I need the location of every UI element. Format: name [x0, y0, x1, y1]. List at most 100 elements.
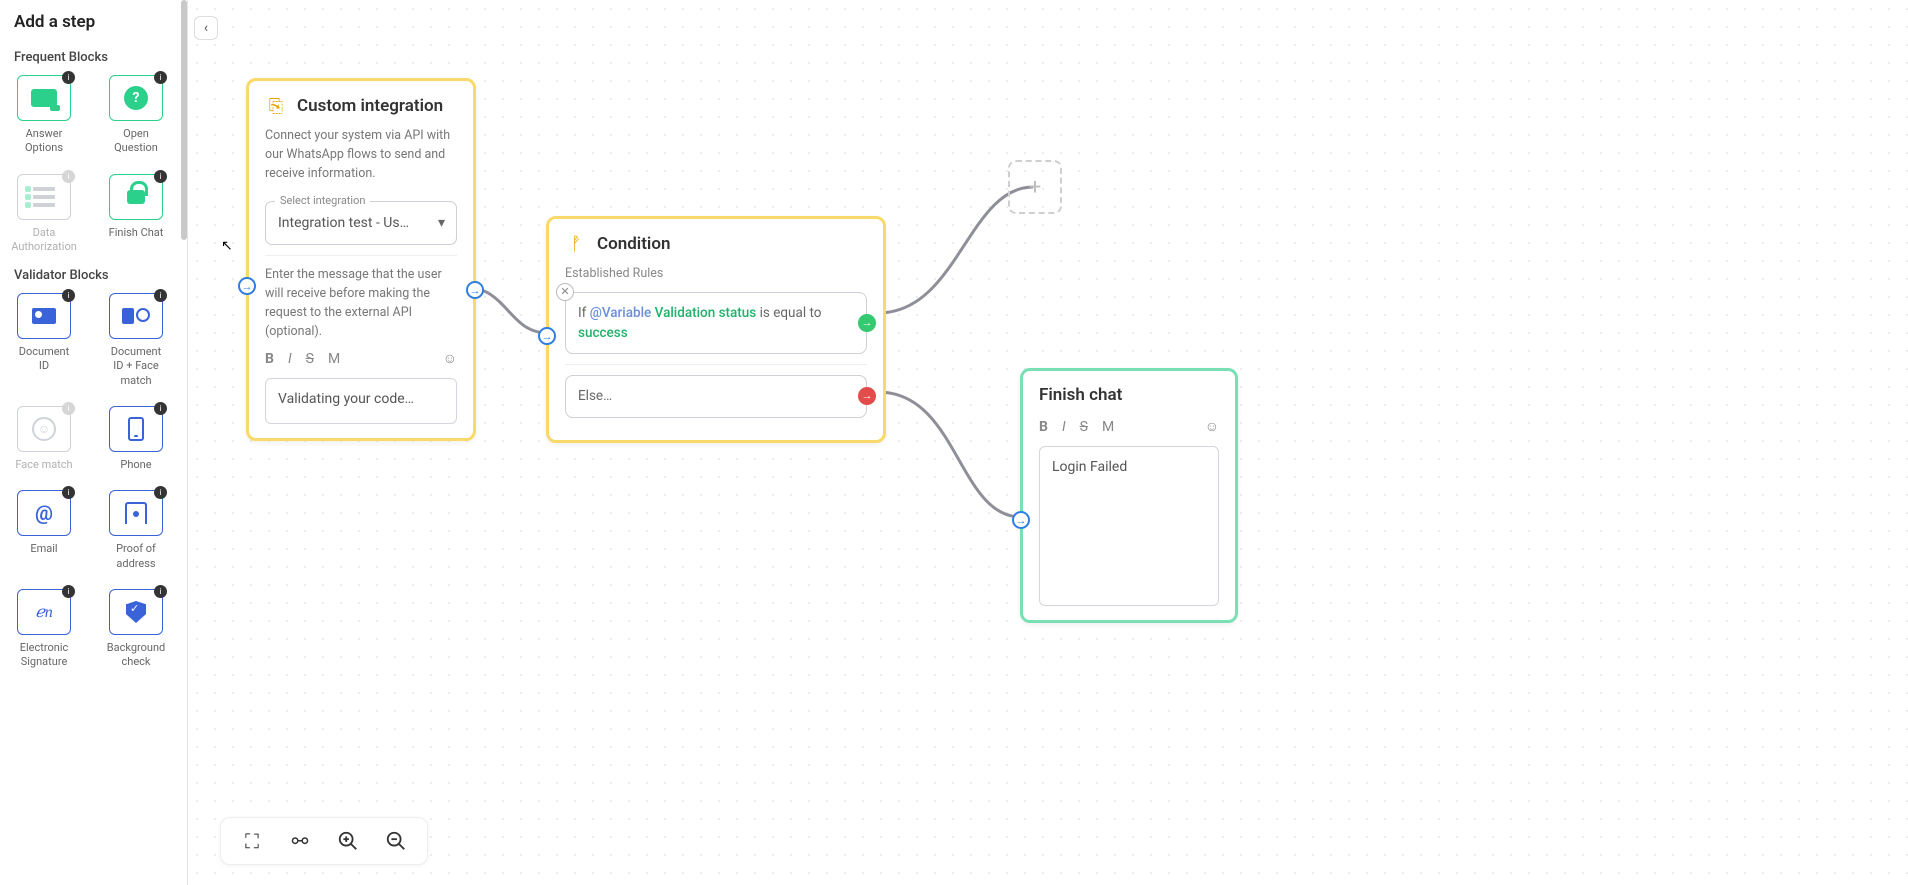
rule-variable-name: Validation status: [655, 305, 757, 321]
info-badge: i: [154, 170, 167, 183]
info-badge: i: [154, 71, 167, 84]
docid-face-icon: [122, 308, 150, 324]
emoji-button[interactable]: ☺: [1205, 417, 1219, 438]
strike-button[interactable]: S: [1080, 417, 1088, 438]
frequent-grid: i Answer Options ?i Open Question i Data…: [14, 75, 173, 254]
remove-rule-button[interactable]: ✕: [556, 283, 574, 301]
block-open-question[interactable]: ?i Open Question: [106, 75, 166, 156]
bold-button[interactable]: B: [1039, 417, 1048, 438]
emoji-button[interactable]: ☺: [443, 349, 457, 370]
block-label: Face match: [15, 458, 72, 472]
rule-value: success: [578, 325, 628, 341]
block-background-check[interactable]: i Background check: [106, 589, 166, 670]
block-docid-face[interactable]: i Document ID + Face match: [106, 293, 166, 388]
phone-icon: [128, 417, 144, 441]
block-label: Background check: [106, 641, 166, 670]
zoom-out-button[interactable]: [383, 828, 409, 854]
cursor-icon: ↖: [221, 238, 233, 254]
condition-rule-if[interactable]: ✕ If @Variable Validation status is equa…: [565, 292, 867, 355]
sidebar-title: Add a step: [14, 12, 173, 32]
mono-button[interactable]: M: [1102, 417, 1114, 438]
block-document-id[interactable]: i Document ID: [14, 293, 74, 388]
answer-icon: [31, 89, 57, 107]
integration-message-input[interactable]: Validating your code…: [265, 378, 457, 424]
shield-icon: [126, 601, 146, 623]
info-badge: i: [62, 402, 75, 415]
signature-icon: ℯn: [35, 602, 52, 622]
select-label: Select integration: [275, 193, 370, 210]
italic-button[interactable]: I: [1062, 417, 1066, 438]
node-title: Finish chat: [1039, 385, 1122, 405]
node-finish-chat[interactable]: Finish chat B I S M ☺ Login Failed →: [1020, 368, 1238, 623]
validators-grid: i Document ID i Document ID + Face match…: [14, 293, 173, 669]
block-finish-chat[interactable]: i Finish Chat: [106, 174, 166, 255]
info-badge: i: [154, 402, 167, 415]
bold-button[interactable]: B: [265, 349, 274, 370]
integration-help: Enter the message that the user will rec…: [265, 266, 457, 341]
face-icon: ☺: [32, 417, 56, 441]
rule-variable-token: @Variable: [590, 305, 652, 321]
rule-output-else[interactable]: →: [858, 387, 876, 405]
rule-else-label: Else…: [578, 388, 612, 404]
rule-output-success[interactable]: →: [858, 314, 876, 332]
sidebar: Add a step Frequent Blocks i Answer Opti…: [0, 0, 188, 885]
block-data-auth[interactable]: i Data Authorization: [14, 174, 74, 255]
italic-button[interactable]: I: [288, 349, 292, 370]
block-label: Open Question: [106, 127, 166, 156]
info-badge: i: [62, 486, 75, 499]
section-validators-title: Validator Blocks: [14, 268, 173, 283]
port-out[interactable]: →: [466, 281, 484, 299]
info-badge: i: [62, 170, 75, 183]
block-proof-address[interactable]: i Proof of address: [106, 490, 166, 571]
block-label: Data Authorization: [11, 226, 77, 255]
block-label: Finish Chat: [109, 226, 164, 240]
email-icon: @: [35, 501, 53, 525]
node-condition[interactable]: ᚡ Condition Established Rules ✕ If @Vari…: [546, 216, 886, 443]
block-answer-options[interactable]: i Answer Options: [14, 75, 74, 156]
info-badge: i: [154, 486, 167, 499]
port-in[interactable]: →: [538, 327, 556, 345]
info-badge: i: [62, 289, 75, 302]
rule-operator: is equal to: [760, 305, 822, 321]
rule-if-kw: If: [578, 305, 586, 321]
section-frequent-title: Frequent Blocks: [14, 50, 173, 65]
proof-icon: [125, 502, 147, 524]
node-title: Custom integration: [297, 96, 443, 116]
info-badge: i: [154, 585, 167, 598]
info-badge: i: [62, 71, 75, 84]
block-email[interactable]: @i Email: [14, 490, 74, 571]
port-in[interactable]: →: [238, 277, 256, 295]
integration-icon: ⎘: [265, 95, 287, 117]
block-label: Document ID: [14, 345, 74, 374]
block-phone[interactable]: i Phone: [106, 406, 166, 472]
block-electronic-signature[interactable]: ℯni Electronic Signature: [14, 589, 74, 670]
canvas-toolbar: ⛶ ⚯: [220, 817, 428, 865]
block-label: Electronic Signature: [14, 641, 74, 670]
info-badge: i: [62, 585, 75, 598]
question-icon: ?: [124, 86, 148, 110]
info-badge: i: [154, 289, 167, 302]
condition-subtitle: Established Rules: [565, 265, 867, 284]
flow-canvas[interactable]: ‹ ⎘ Custom integration Connect your syst…: [188, 0, 1908, 885]
mono-button[interactable]: M: [328, 349, 340, 370]
strike-button[interactable]: S: [306, 349, 314, 370]
integration-desc: Connect your system via API with our Wha…: [265, 127, 457, 183]
zoom-in-button[interactable]: [335, 828, 361, 854]
port-in[interactable]: →: [1012, 511, 1030, 529]
node-title: Condition: [597, 234, 670, 254]
fit-view-button[interactable]: ⛶: [239, 828, 265, 854]
format-bar: B I S M ☺: [265, 349, 457, 370]
condition-icon: ᚡ: [565, 233, 587, 255]
collapse-sidebar-button[interactable]: ‹: [194, 16, 218, 40]
block-label: Answer Options: [14, 127, 74, 156]
layout-button[interactable]: ⚯: [287, 828, 313, 854]
lock-icon: [127, 190, 145, 204]
finish-message-input[interactable]: Login Failed: [1039, 446, 1219, 606]
condition-rule-else[interactable]: Else… →: [565, 375, 867, 417]
node-custom-integration[interactable]: ⎘ Custom integration Connect your system…: [246, 78, 476, 441]
block-face-match[interactable]: ☺i Face match: [14, 406, 74, 472]
data-icon: [33, 187, 55, 207]
add-step-slot[interactable]: +: [1008, 160, 1062, 214]
block-label: Proof of address: [106, 542, 166, 571]
block-label: Email: [30, 542, 57, 556]
